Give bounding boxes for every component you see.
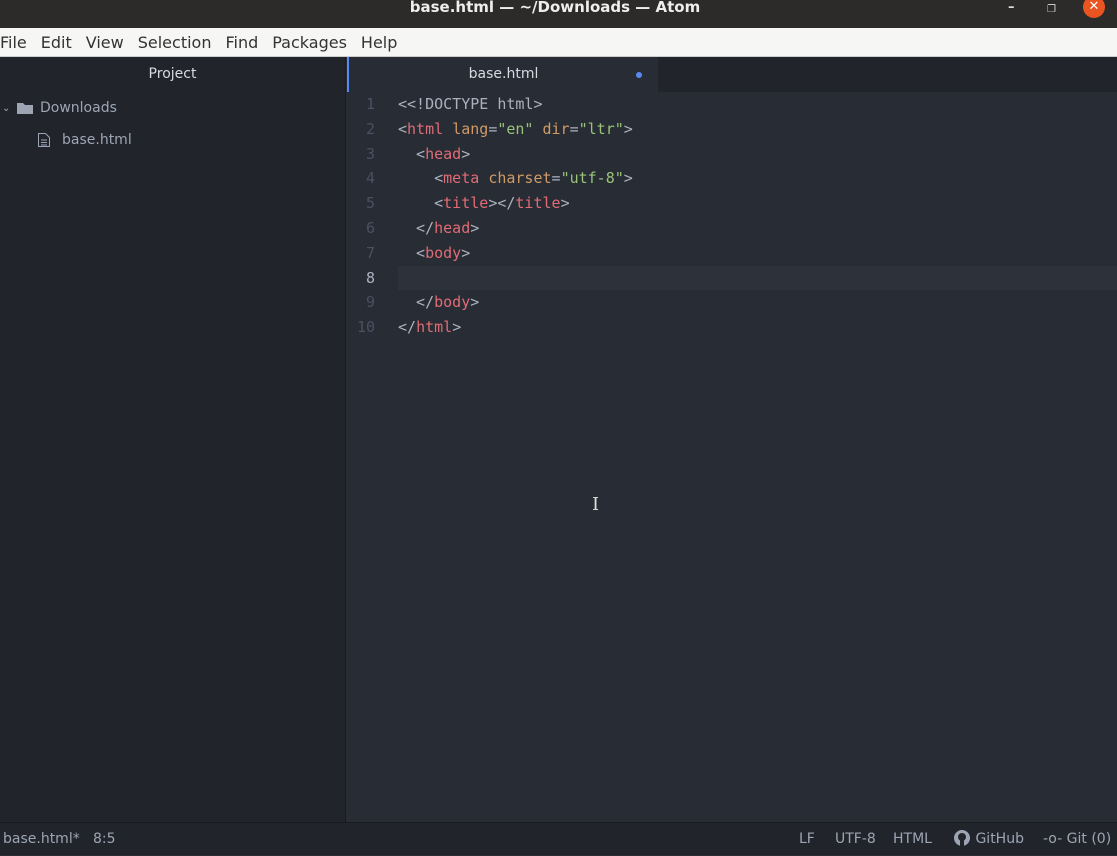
line-number: 1 [365, 95, 375, 113]
project-panel: Project ⌄ Downloads base.html [0, 57, 346, 822]
code-token: = [488, 119, 498, 138]
tab-bar: base.html [347, 57, 1117, 92]
code-token: </ [398, 293, 435, 312]
code-line[interactable]: 4 <meta charset="utf-8"> [347, 166, 1117, 191]
code-token: lang [452, 119, 489, 138]
code-token: < [398, 169, 444, 188]
cursor-position[interactable]: 8:5 [93, 823, 116, 856]
code-token: dir [542, 119, 570, 138]
code-token: = [551, 169, 561, 188]
code-line[interactable]: 9 </body> [347, 290, 1117, 315]
line-number: 6 [365, 218, 375, 237]
code-token: > [470, 293, 480, 312]
github-icon [954, 830, 970, 846]
git-button[interactable]: -o- Git (0) [1043, 823, 1111, 856]
close-button[interactable]: ✕ [1083, 0, 1105, 18]
chevron-down-icon: ⌄ [2, 102, 11, 114]
folder-label: Downloads [40, 100, 117, 116]
code-line[interactable]: 1 <<!DOCTYPE html> [347, 92, 1117, 117]
line-number: 8 [365, 268, 375, 287]
code-token: head [425, 144, 462, 163]
tree-folder-downloads[interactable]: ⌄ Downloads [0, 92, 345, 124]
code-token: < [398, 144, 426, 163]
code-token: = [569, 119, 579, 138]
tree-file-base-html[interactable]: base.html [0, 124, 345, 156]
line-number: 7 [365, 243, 375, 262]
code-line[interactable]: 3 <head> [347, 142, 1117, 167]
code-token: </ [398, 318, 417, 337]
minimize-button[interactable]: – [1008, 0, 1015, 16]
line-number: 4 [365, 169, 375, 188]
code-token: title [515, 194, 561, 213]
status-bar: base.html* 8:5 LF UTF-8 HTML GitHub -o- … [0, 822, 1117, 855]
menu-packages[interactable]: Packages [272, 33, 354, 52]
line-number: 3 [365, 144, 375, 163]
modified-indicator-icon[interactable] [636, 72, 642, 78]
restore-button[interactable]: ❐ [1047, 2, 1056, 18]
menu-edit[interactable]: Edit [41, 33, 79, 52]
code-token: > [623, 169, 633, 188]
code-token: html [416, 318, 453, 337]
github-label: GitHub [975, 831, 1024, 847]
line-number: 2 [365, 119, 375, 138]
status-file-name[interactable]: base.html* [3, 823, 80, 856]
code-token: title [443, 194, 489, 213]
tab-base-html[interactable]: base.html [347, 57, 658, 92]
text-cursor-icon: I [592, 494, 600, 515]
file-text-icon [38, 133, 50, 147]
code-token: charset [488, 169, 552, 188]
menu-selection[interactable]: Selection [138, 33, 219, 52]
code-token: meta [443, 169, 480, 188]
menu-help[interactable]: Help [361, 33, 404, 52]
code-token: < [398, 119, 408, 138]
folder-icon [17, 103, 33, 114]
code-line[interactable]: 2 <html lang="en" dir="ltr"> [347, 117, 1117, 142]
window-title: base.html — ~/Downloads — Atom [409, 0, 701, 16]
code-line[interactable]: 8 [366, 265, 1117, 291]
code-token: body [434, 293, 471, 312]
code-token: <<!DOCTYPE html> [398, 95, 543, 113]
code-token: > [623, 119, 633, 138]
grammar[interactable]: HTML [893, 823, 932, 856]
menu-file[interactable]: File [0, 33, 34, 52]
code-token: > [560, 194, 570, 213]
code-token: head [434, 218, 471, 237]
menu-bar: File Edit View Selection Find Packages H… [0, 28, 1117, 57]
file-label: base.html [62, 132, 132, 148]
code-line[interactable]: 10 </html> [347, 315, 1117, 340]
code-token: > [470, 218, 480, 237]
code-token: < [398, 243, 426, 262]
code-line[interactable]: 5 <title></title> [347, 191, 1117, 216]
tab-label: base.html [468, 66, 539, 82]
github-button[interactable]: GitHub [953, 823, 1024, 856]
code-token: > [461, 243, 471, 262]
code-line[interactable]: 7 <body> [347, 241, 1117, 266]
code-token: > [461, 144, 471, 163]
encoding[interactable]: UTF-8 [835, 823, 876, 856]
git-label: Git (0) [1066, 831, 1112, 847]
line-number: 9 [365, 293, 375, 312]
code-editor[interactable]: 1 <<!DOCTYPE html> 2 <html lang="en" dir="l… [347, 92, 1117, 822]
code-token: </ [398, 218, 435, 237]
code-line[interactable]: 6 </head> [347, 216, 1117, 241]
code-token: "utf-8" [560, 169, 624, 188]
code-token: ></ [488, 194, 516, 213]
code-token: > [452, 318, 462, 337]
line-number: 10 [356, 318, 375, 337]
code-token: "en" [497, 119, 534, 138]
code-token: html [407, 119, 444, 138]
code-token: "ltr" [578, 119, 624, 138]
line-ending[interactable]: LF [799, 823, 815, 856]
code-token: body [425, 243, 462, 262]
menu-find[interactable]: Find [225, 33, 265, 52]
git-commit-icon: -o- [1043, 831, 1063, 847]
menu-view[interactable]: View [86, 33, 131, 52]
title-bar: base.html — ~/Downloads — Atom – ❐ ✕ [0, 0, 1117, 28]
project-title: Project [148, 66, 197, 82]
line-number: 5 [365, 194, 375, 213]
code-token: < [398, 194, 444, 213]
